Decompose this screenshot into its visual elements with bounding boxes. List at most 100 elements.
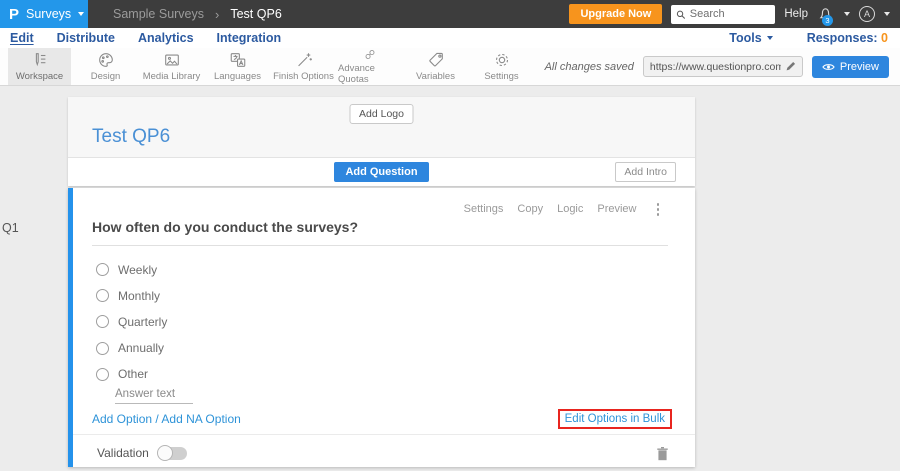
preview-label: Preview	[839, 60, 879, 73]
preview-button[interactable]: Preview	[811, 55, 889, 78]
delete-question-button[interactable]	[656, 446, 669, 461]
breadcrumb: Sample Surveys › Test QP6	[113, 7, 282, 22]
topbar: P Surveys Sample Surveys › Test QP6 Upgr…	[0, 0, 900, 28]
toolbar-tab-label: Workspace	[15, 71, 64, 82]
question-settings-link[interactable]: Settings	[464, 203, 504, 215]
notification-badge: 3	[822, 15, 833, 26]
add-na-option-link[interactable]: Add NA Option	[161, 412, 240, 426]
chevron-down-icon[interactable]	[844, 12, 850, 16]
question-logic-link[interactable]: Logic	[557, 203, 583, 215]
product-name: Surveys	[26, 7, 72, 21]
question-footer: Validation	[97, 443, 669, 463]
toolbar-tab-label: Media Library	[142, 71, 201, 82]
edit-toolbar: Workspace Design Media Library Languages…	[0, 48, 900, 86]
search-icon	[677, 10, 686, 19]
responses-link[interactable]: Responses: 0	[807, 31, 888, 45]
avatar-initial: A	[863, 9, 870, 19]
toolbar-tab-label: Variables	[416, 71, 455, 82]
chevron-down-icon[interactable]	[884, 12, 890, 16]
validation-toggle[interactable]	[156, 444, 187, 461]
survey-card: Add Logo Test QP6 Add Question Add Intro	[68, 97, 695, 186]
kebab-menu-icon[interactable]	[655, 201, 662, 218]
toolbar-tab-languages[interactable]: Languages	[206, 48, 269, 85]
toolbar-tab-advance-quotas[interactable]: Advance Quotas	[338, 48, 401, 85]
finish-options-icon	[297, 53, 312, 67]
nav-right: Tools Responses: 0	[729, 31, 888, 45]
links-separator: /	[155, 412, 159, 426]
avatar[interactable]: A	[859, 6, 875, 22]
radio-button[interactable]	[96, 263, 109, 276]
option-label[interactable]: Weekly	[118, 263, 157, 277]
option-label[interactable]: Other	[118, 367, 148, 381]
section-nav: Edit Distribute Analytics Integration To…	[0, 28, 900, 48]
validation-label: Validation	[97, 446, 149, 460]
surveys-product-switcher[interactable]: P Surveys	[0, 0, 88, 28]
radio-button[interactable]	[96, 367, 109, 381]
chevron-down-icon	[766, 36, 773, 40]
option-label[interactable]: Quarterly	[118, 315, 167, 329]
autosave-status: All changes saved	[544, 60, 634, 73]
search-input[interactable]	[689, 8, 771, 20]
workspace-icon	[35, 53, 45, 67]
toolbar-tab-workspace[interactable]: Workspace	[8, 48, 71, 85]
upgrade-now-button[interactable]: Upgrade Now	[569, 4, 663, 24]
tools-label: Tools	[729, 31, 762, 45]
breadcrumb-separator-icon: ›	[215, 6, 220, 22]
survey-actionbar: Add Question Add Intro	[68, 158, 695, 186]
toolbar-tab-settings[interactable]: Settings	[470, 48, 533, 85]
question-card: Settings Copy Logic Preview How often do…	[68, 188, 695, 467]
radio-button[interactable]	[96, 315, 109, 329]
question-preview-link[interactable]: Preview	[597, 203, 636, 215]
chevron-down-icon	[78, 12, 85, 16]
add-question-button[interactable]: Add Question	[334, 162, 429, 182]
toolbar-tab-label: Design	[90, 71, 121, 82]
responses-count: 0	[881, 31, 888, 45]
settings-icon	[495, 53, 508, 67]
survey-url: https://www.questionpro.com/t/APNrFZ	[649, 60, 781, 73]
help-link[interactable]: Help	[784, 8, 808, 20]
toolbar-tab-media-library[interactable]: Media Library	[140, 48, 203, 85]
option-label[interactable]: Annually	[118, 341, 164, 355]
survey-header: Add Logo Test QP6	[68, 97, 695, 158]
option-row: Monthly	[96, 289, 167, 303]
toolbar-tab-finish-options[interactable]: Finish Options	[272, 48, 335, 85]
validation-control: Validation	[97, 444, 187, 461]
option-label[interactable]: Monthly	[118, 289, 160, 303]
breadcrumb-parent[interactable]: Sample Surveys	[113, 7, 204, 21]
tab-distribute[interactable]: Distribute	[57, 31, 115, 45]
add-logo-button[interactable]: Add Logo	[349, 104, 414, 124]
edit-url-pencil-icon[interactable]	[785, 61, 796, 72]
add-intro-button[interactable]: Add Intro	[615, 162, 676, 182]
topbar-right: Upgrade Now Help 3 A	[569, 4, 900, 26]
media-library-icon	[164, 54, 179, 66]
design-icon	[98, 53, 113, 67]
edit-options-in-bulk-link[interactable]: Edit Options in Bulk	[557, 409, 672, 429]
toolbar-tab-label: Languages	[213, 71, 262, 82]
trash-icon	[657, 446, 668, 460]
tab-edit[interactable]: Edit	[10, 31, 34, 45]
option-row: Annually	[96, 341, 167, 355]
radio-button[interactable]	[96, 341, 109, 355]
radio-button[interactable]	[96, 289, 109, 303]
toolbar-tab-variables[interactable]: Variables	[404, 48, 467, 85]
toolbar-right: All changes saved https://www.questionpr…	[545, 48, 900, 85]
questionpro-logo: P	[9, 5, 20, 23]
question-text[interactable]: How often do you conduct the surveys?	[92, 219, 668, 246]
tab-analytics[interactable]: Analytics	[138, 31, 194, 45]
tools-menu[interactable]: Tools	[729, 31, 773, 45]
question-copy-link[interactable]: Copy	[517, 203, 543, 215]
responses-label: Responses:	[806, 31, 878, 45]
toolbar-tab-design[interactable]: Design	[74, 48, 137, 85]
tab-integration[interactable]: Integration	[217, 31, 282, 45]
other-answer-input[interactable]	[115, 388, 193, 404]
question-options: Weekly Monthly Quarterly Annually Other	[96, 263, 167, 394]
variables-icon	[428, 52, 443, 67]
notifications-button[interactable]: 3	[817, 5, 835, 26]
add-option-link[interactable]: Add Option	[92, 412, 152, 426]
toolbar-tab-label: Advance Quotas	[338, 63, 375, 85]
survey-title[interactable]: Test QP6	[92, 126, 170, 148]
question-number: Q1	[2, 221, 19, 235]
survey-url-field[interactable]: https://www.questionpro.com/t/APNrFZ	[642, 56, 803, 77]
search-box[interactable]	[671, 4, 776, 24]
question-footer-divider	[73, 434, 695, 435]
